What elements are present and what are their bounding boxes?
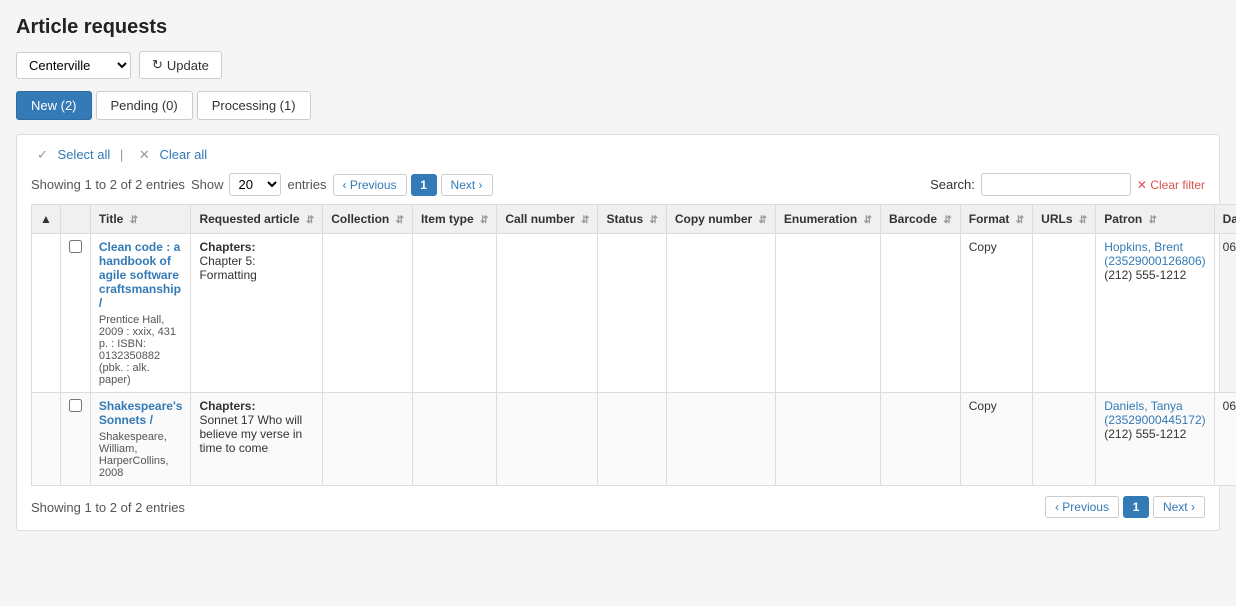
showing-label-bottom: Showing 1 to 2 of 2 entries — [31, 500, 185, 515]
showing-label-top: Showing 1 to 2 of 2 entries — [31, 177, 185, 192]
title-sub: Prentice Hall, 2009 : xxix, 431 p. : ISB… — [99, 314, 183, 386]
search-input[interactable] — [981, 173, 1131, 196]
chapters-label: Chapters: — [199, 240, 255, 254]
th-enumeration[interactable]: Enumeration ⇵ — [775, 205, 880, 234]
barcode-cell — [881, 393, 961, 486]
tabs: New (2) Pending (0) Processing (1) — [16, 91, 1220, 120]
tab-new[interactable]: New (2) — [16, 91, 92, 120]
status-cell — [598, 234, 666, 393]
format-cell: Copy — [960, 234, 1032, 393]
th-urls[interactable]: URLs ⇵ — [1033, 205, 1096, 234]
chapters-label: Chapters: — [199, 399, 255, 413]
patron-phone: (212) 555-1212 — [1104, 427, 1186, 441]
barcode-cell — [881, 234, 961, 393]
show-label: Show — [191, 177, 224, 192]
search-bar: Search: ✕ Clear filter — [930, 173, 1205, 196]
title-sub: Shakespeare, William, HarperCollins, 200… — [99, 431, 183, 479]
title-link[interactable]: Clean code : a handbook of agile softwar… — [99, 240, 181, 310]
th-status[interactable]: Status ⇵ — [598, 205, 666, 234]
copy-number-cell — [666, 234, 775, 393]
show-select[interactable]: 10 20 50 100 — [229, 173, 281, 196]
select-all-link[interactable]: Select all — [58, 147, 111, 162]
pagination-bar-top: Showing 1 to 2 of 2 entries Show 10 20 5… — [31, 173, 493, 196]
format-cell: Copy — [960, 393, 1032, 486]
requests-table: ▲ Title ⇵ Requested article ⇵ Collection… — [31, 204, 1236, 486]
patron-cell: Hopkins, Brent(23529000126806) (212) 555… — [1096, 234, 1214, 393]
previous-button-top[interactable]: ‹ Previous — [333, 174, 407, 196]
toolbar: ✓ Select all | ✕ Clear all — [31, 147, 1205, 163]
clear-filter-link[interactable]: ✕ Clear filter — [1137, 178, 1205, 192]
next-button-bottom[interactable]: Next › — [1153, 496, 1205, 518]
row-checkbox[interactable] — [69, 240, 82, 253]
next-button-top[interactable]: Next › — [441, 174, 493, 196]
th-requested-article[interactable]: Requested article ⇵ — [191, 205, 323, 234]
pagination-nav-top: ‹ Previous 1 Next › — [333, 174, 493, 196]
previous-button-bottom[interactable]: ‹ Previous — [1045, 496, 1119, 518]
show-entries: Show 10 20 50 100 entries — [191, 173, 327, 196]
article-value: Chapter 5: Formatting — [199, 254, 256, 282]
x-filter-icon: ✕ — [1137, 178, 1147, 192]
th-format[interactable]: Format ⇵ — [960, 205, 1032, 234]
patron-cell: Daniels, Tanya(23529000445172) (212) 555… — [1096, 393, 1214, 486]
title-link[interactable]: Shakespeare's Sonnets / — [99, 399, 183, 427]
tab-pending[interactable]: Pending (0) — [96, 91, 193, 120]
patron-phone: (212) 555-1212 — [1104, 268, 1186, 282]
pagination-nav-bottom: ‹ Previous 1 Next › — [1045, 496, 1205, 518]
row-checkbox[interactable] — [69, 399, 82, 412]
title-cell: Shakespeare's Sonnets / Shakespeare, Wil… — [90, 393, 191, 486]
update-button[interactable]: ↻ Update — [139, 51, 222, 79]
collection-cell — [323, 234, 413, 393]
top-bar: Centerville Main Branch North Branch ↻ U… — [16, 51, 1220, 79]
th-barcode[interactable]: Barcode ⇵ — [881, 205, 961, 234]
th-sort[interactable]: ▲ — [32, 205, 61, 234]
patron-link[interactable]: Daniels, Tanya(23529000445172) — [1104, 399, 1205, 427]
page-number-top: 1 — [411, 174, 437, 196]
th-date[interactable]: Date ⇵ — [1214, 205, 1236, 234]
th-item-type[interactable]: Item type ⇵ — [412, 205, 496, 234]
article-value: Sonnet 17 Who will believe my verse in t… — [199, 413, 302, 455]
th-patron[interactable]: Patron ⇵ — [1096, 205, 1214, 234]
th-checkbox — [60, 205, 90, 234]
requested-article-cell: Chapters: Chapter 5: Formatting — [191, 234, 323, 393]
call-number-cell — [497, 393, 598, 486]
copy-number-cell — [666, 393, 775, 486]
x-icon: ✕ — [139, 147, 150, 162]
content-box: ✓ Select all | ✕ Clear all Showing 1 to … — [16, 134, 1220, 531]
page-title: Article requests — [16, 16, 1220, 39]
refresh-icon: ↻ — [152, 57, 163, 73]
table-row: Shakespeare's Sonnets / Shakespeare, Wil… — [32, 393, 1236, 486]
library-select[interactable]: Centerville Main Branch North Branch — [16, 52, 131, 79]
table-row: Clean code : a handbook of agile softwar… — [32, 234, 1236, 393]
item-type-cell — [412, 393, 496, 486]
th-copy-number[interactable]: Copy number ⇵ — [666, 205, 775, 234]
search-label: Search: — [930, 177, 975, 192]
clear-all-link[interactable]: Clear all — [159, 147, 207, 162]
sort-cell — [32, 234, 61, 393]
title-cell: Clean code : a handbook of agile softwar… — [90, 234, 191, 393]
tab-processing[interactable]: Processing (1) — [197, 91, 311, 120]
item-type-cell — [412, 234, 496, 393]
requested-article-cell: Chapters: Sonnet 17 Who will believe my … — [191, 393, 323, 486]
urls-cell — [1033, 393, 1096, 486]
checkbox-cell[interactable] — [60, 393, 90, 486]
patron-link[interactable]: Hopkins, Brent(23529000126806) — [1104, 240, 1205, 268]
bottom-bar: Showing 1 to 2 of 2 entries ‹ Previous 1… — [31, 496, 1205, 518]
entries-label: entries — [287, 177, 326, 192]
collection-cell — [323, 393, 413, 486]
enumeration-cell — [775, 234, 880, 393]
page-number-bottom: 1 — [1123, 496, 1149, 518]
status-cell — [598, 393, 666, 486]
th-call-number[interactable]: Call number ⇵ — [497, 205, 598, 234]
checkbox-cell[interactable] — [60, 234, 90, 393]
urls-cell — [1033, 234, 1096, 393]
th-title[interactable]: Title ⇵ — [90, 205, 191, 234]
date-cell: 06/03/2022 — [1214, 234, 1236, 393]
call-number-cell — [497, 234, 598, 393]
sort-cell — [32, 393, 61, 486]
th-collection[interactable]: Collection ⇵ — [323, 205, 413, 234]
check-icon: ✓ — [37, 147, 48, 162]
date-cell: 06/03/2022 — [1214, 393, 1236, 486]
enumeration-cell — [775, 393, 880, 486]
select-links: ✓ Select all | ✕ Clear all — [31, 147, 207, 163]
